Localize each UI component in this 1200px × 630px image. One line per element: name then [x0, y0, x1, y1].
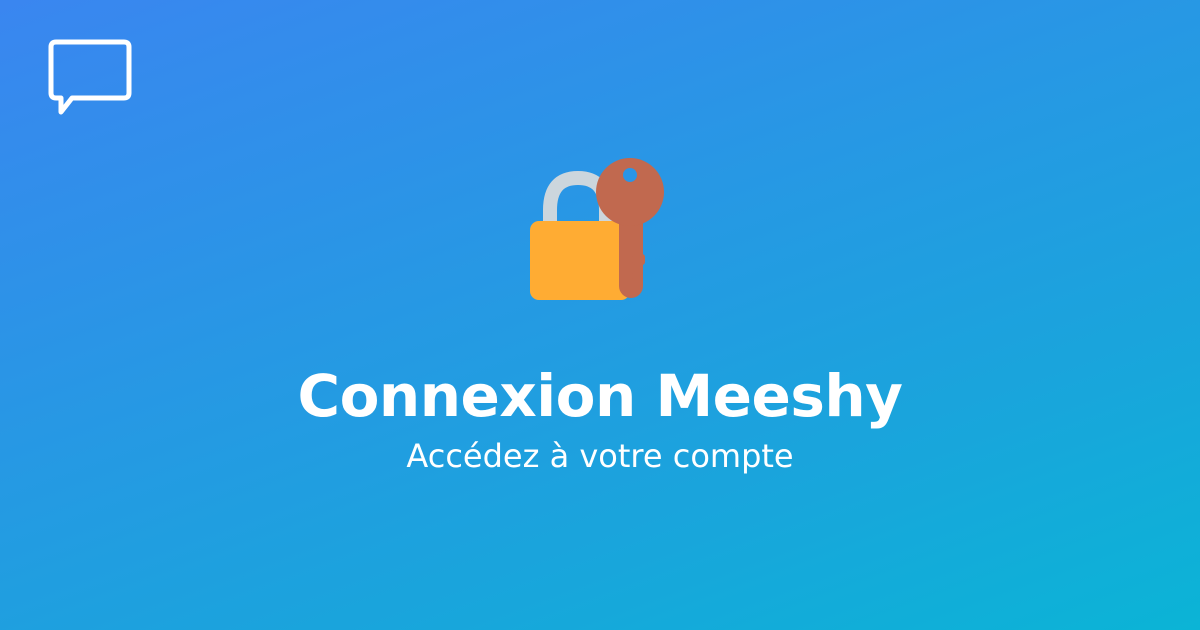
page-subtitle: Accédez à votre compte	[406, 437, 794, 475]
page-title: Connexion Meeshy	[297, 362, 903, 430]
og-card: Connexion Meeshy Accédez à votre compte	[0, 0, 1200, 630]
chat-bubble-icon	[48, 39, 132, 117]
lock-with-key-icon	[528, 158, 668, 303]
